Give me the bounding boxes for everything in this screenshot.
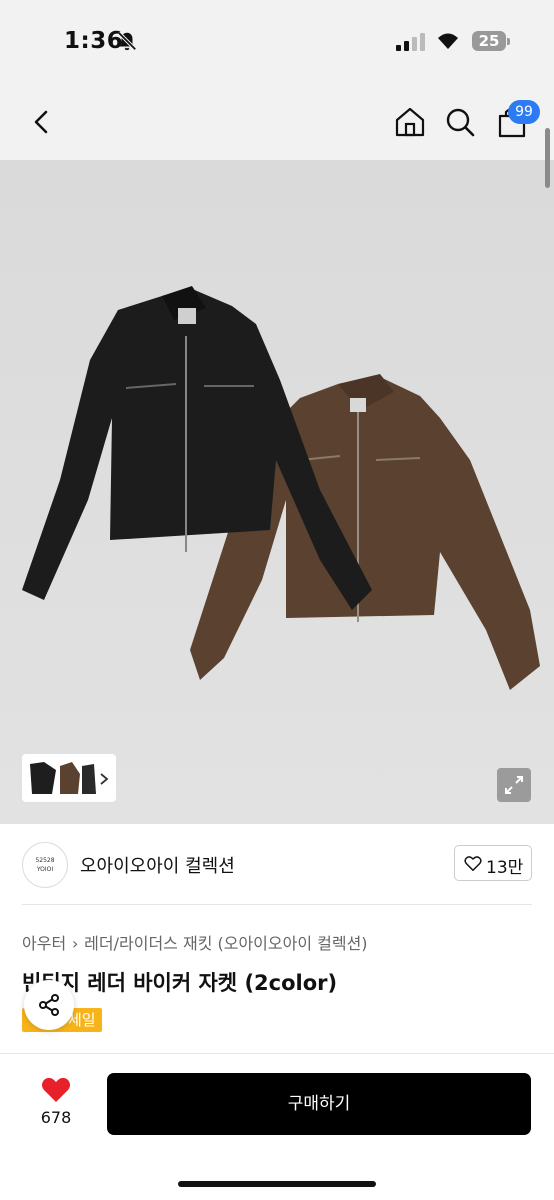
home-icon[interactable]	[390, 102, 430, 142]
search-icon[interactable]	[440, 102, 480, 142]
status-time: 1:36	[64, 28, 124, 54]
status-bar: 1:36 25	[0, 0, 554, 88]
share-icon	[39, 994, 59, 1016]
buy-button[interactable]: 구매하기	[107, 1073, 531, 1135]
heart-outline-icon	[464, 856, 482, 871]
divider	[22, 904, 532, 905]
store-like-button[interactable]: 13만	[454, 845, 532, 881]
product-photo	[22, 286, 540, 690]
store-name[interactable]: 오아이오아이 컬렉션	[80, 852, 235, 878]
chevron-right-icon[interactable]	[98, 772, 110, 786]
breadcrumb-item[interactable]: 아우터	[22, 934, 66, 953]
heart-filled-icon[interactable]	[41, 1076, 71, 1104]
thumbnail-image	[24, 760, 98, 796]
breadcrumb-item[interactable]: 레더/라이더스 재킷 (오아이오아이 컬렉션)	[84, 934, 367, 953]
top-nav	[0, 88, 554, 160]
cart-count-badge: 99	[508, 100, 540, 124]
back-arrow-icon[interactable]	[22, 102, 62, 142]
bottom-action-bar: 678 구매하기	[0, 1054, 554, 1200]
store-logo[interactable]: 52528 YOIOI	[22, 842, 68, 888]
wish-count: 678	[40, 1108, 72, 1127]
battery-icon: 25	[472, 31, 510, 51]
store-logo-text-top: 52528	[35, 857, 55, 864]
home-indicator	[178, 1181, 376, 1187]
battery-level: 25	[478, 32, 500, 50]
breadcrumb-separator: ›	[71, 934, 79, 953]
store-logo-text-bottom: YOIOI	[36, 866, 54, 873]
store-row[interactable]: 52528 YOIOI 오아이오아이 컬렉션 13만	[0, 824, 554, 906]
breadcrumb: 아우터 › 레더/라이더스 재킷 (오아이오아이 컬렉션)	[22, 930, 368, 954]
share-button[interactable]	[24, 980, 74, 1030]
bell-muted-icon	[117, 31, 137, 51]
wifi-icon	[438, 33, 458, 49]
scrollbar[interactable]	[545, 128, 550, 188]
expand-icon[interactable]	[497, 768, 531, 802]
product-image[interactable]	[0, 160, 554, 824]
cellular-signal-icon	[396, 33, 425, 51]
store-like-count: 13만	[486, 858, 524, 878]
